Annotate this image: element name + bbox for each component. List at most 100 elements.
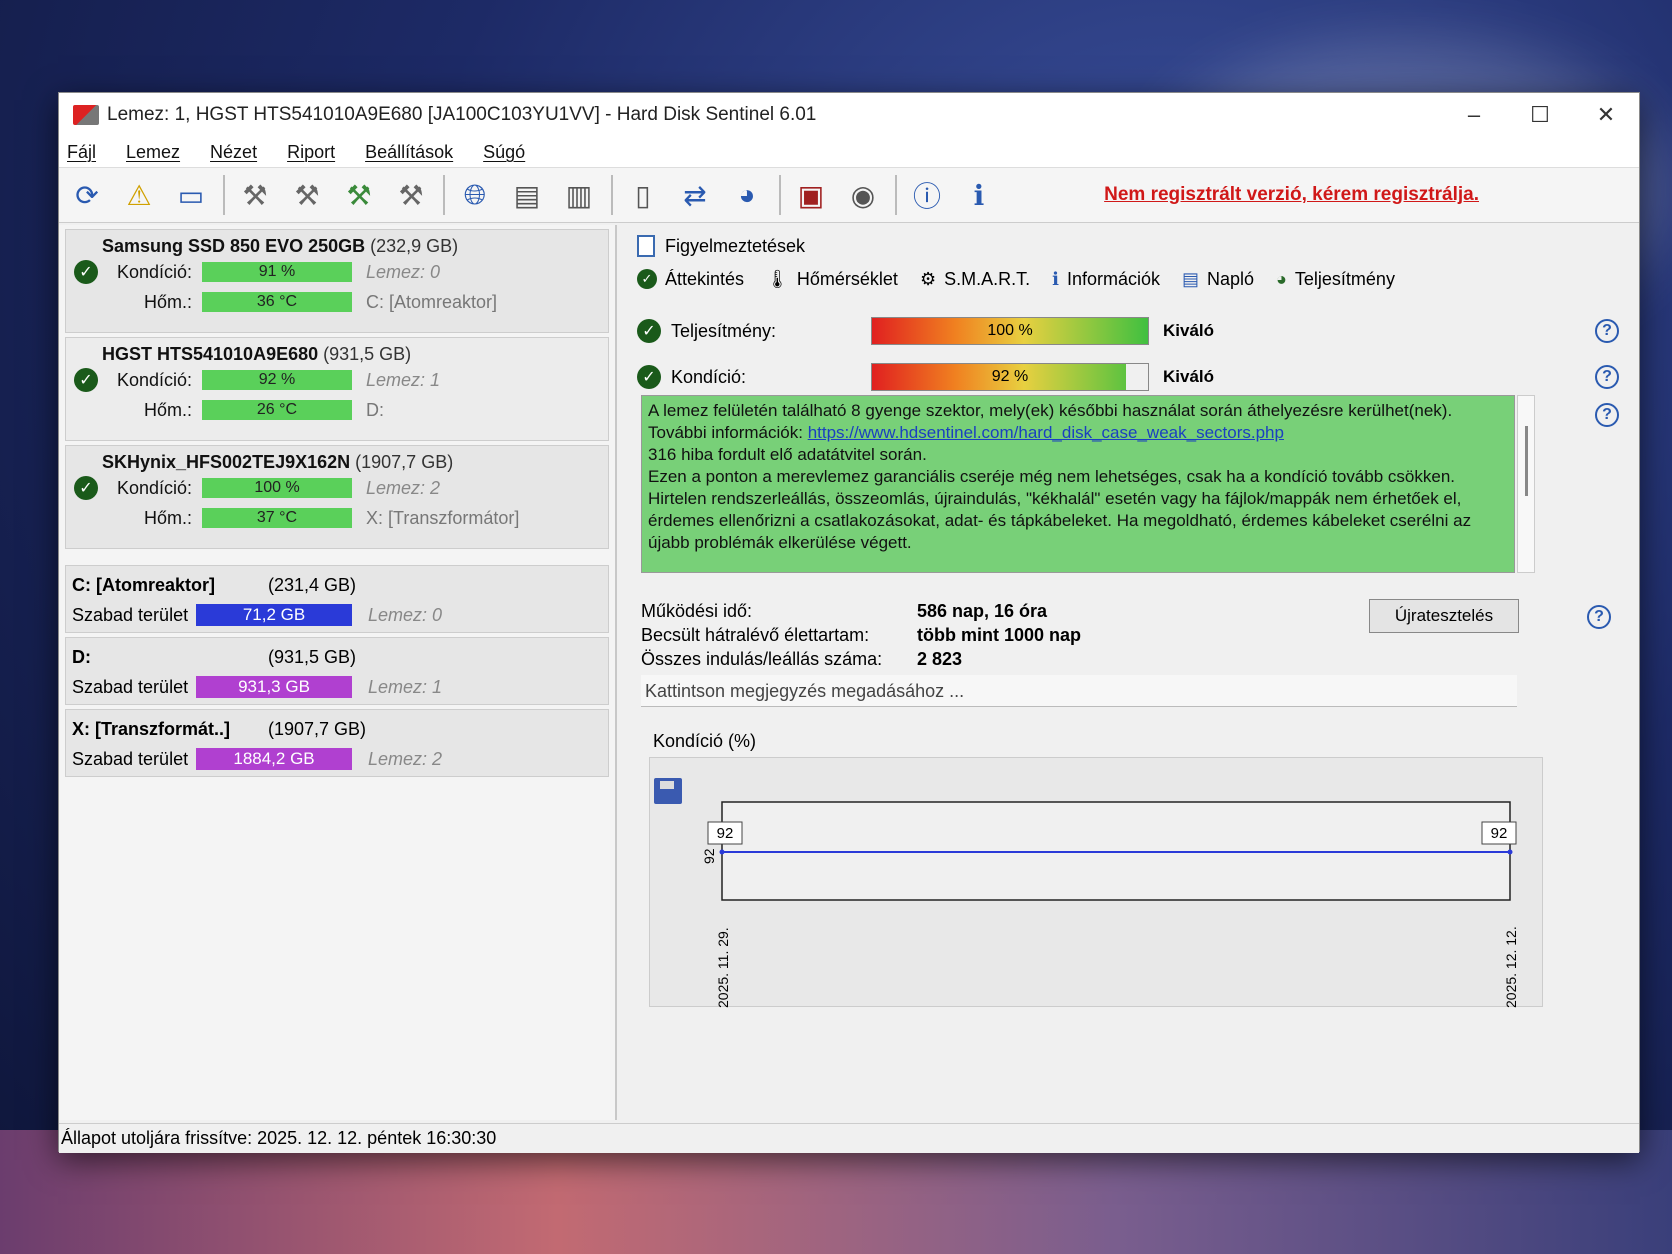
disk-item-2[interactable]: SKHynix_HFS002TEJ9X162N (1907,7 GB) ✓ Ko… [65, 445, 609, 549]
point-label: 92 [1491, 825, 1508, 842]
minimize-button[interactable]: – [1441, 102, 1507, 128]
partition-item-2[interactable]: X: [Transzformát..] (1907,7 GB) Szabad te… [65, 709, 609, 777]
register-link[interactable]: Nem regisztrált verzió, kérem regisztrál… [1104, 184, 1479, 206]
disk-number: Lemez: 0 [368, 604, 443, 625]
disk-name: Samsung SSD 850 EVO 250GB [102, 236, 366, 256]
tab-bar: ✓ Áttekintés 🌡︎ Hőmérséklet ⚙ S.M.A.R.T. ℹI… [637, 263, 1417, 295]
info-icon: ℹ [1052, 268, 1059, 289]
x-tick-label: 2025. 12. 12. [1503, 926, 1519, 1008]
disk-number: Lemez: 1 [366, 369, 441, 390]
menu-settings[interactable]: Beállítások [365, 142, 453, 163]
stats-block: Működési idő: 586 nap, 16 óra Becsült hát… [641, 599, 1081, 671]
title-bar[interactable]: Lemez: 1, HGST HTS541010A9E680 [JA100C10… [59, 93, 1639, 137]
disk-icon[interactable]: ▭ [169, 173, 213, 217]
drive-letter: C: [Atomreaktor] [366, 291, 498, 312]
help-icon[interactable]: ? [1587, 605, 1611, 629]
close-button[interactable]: ✕ [1573, 102, 1639, 128]
disk-item-1[interactable]: HGST HTS541010A9E680 (931,5 GB) ✓ Kondíc… [65, 337, 609, 441]
tab-log[interactable]: ▤ Napló [1182, 269, 1254, 290]
menu-report[interactable]: Riport [287, 142, 335, 163]
performance-row: ✓ Teljesítmény: 100 % Kiváló ? [637, 313, 1637, 349]
note-input[interactable]: Kattintson megjegyzés megadásához ... [641, 675, 1517, 707]
partition-item-0[interactable]: C: [Atomreaktor] (231,4 GB) Szabad terüle… [65, 565, 609, 633]
temp-label: Hőm.: [143, 291, 192, 312]
check-icon: ✓ [637, 365, 661, 389]
condition-bar: 92 % [202, 370, 352, 390]
partition-size: (931,5 GB) [268, 646, 357, 667]
sound-icon[interactable]: ◉ [841, 173, 885, 217]
test-icon-4[interactable]: ⚒ [389, 173, 433, 217]
alert-icon[interactable]: ⚠ [117, 173, 161, 217]
free-space-bar: 1884,2 GB [196, 748, 352, 770]
test-icon-3[interactable]: ⚒ [337, 173, 381, 217]
menu-disk[interactable]: Lemez [126, 142, 180, 163]
sync-icon[interactable]: ⇄ [673, 173, 717, 217]
free-space-label: Szabad terület [72, 748, 189, 769]
partition-name: C: [Atomreaktor] [72, 574, 216, 595]
status-text: Állapot utoljára frissítve: 2025. 12. 12… [61, 1128, 497, 1148]
performance-label: Teljesítmény: [671, 320, 777, 341]
free-space-bar: 931,3 GB [196, 676, 352, 698]
tab-label: S.M.A.R.T. [944, 268, 1031, 289]
condition-label: Kondíció: [116, 477, 192, 498]
log-icon: ▤ [1181, 268, 1199, 289]
message-line: 316 hiba fordult elő adatátvitel során. [648, 445, 927, 464]
tab-label: Teljesítmény [1294, 268, 1395, 289]
menu-file[interactable]: Fájl [67, 142, 96, 163]
partition-item-1[interactable]: D: (931,5 GB) Szabad terület 931,3 GB Lemez… [65, 637, 609, 705]
condition-bar: 91 % [202, 262, 352, 282]
message-line: További információk: [648, 423, 808, 442]
disk-item-0[interactable]: Samsung SSD 850 EVO 250GB (232,9 GB) ✓ K… [65, 229, 609, 333]
refresh-icon[interactable]: ⟳ [65, 173, 109, 217]
menu-help[interactable]: Súgó [483, 142, 525, 163]
temp-bar: 37 °C [202, 508, 352, 528]
help-icon[interactable]: ? [1595, 319, 1619, 343]
thermometer-icon: 🌡︎ [766, 268, 789, 289]
disk-size: (232,9 GB) [370, 236, 459, 256]
info-icon[interactable]: ℹ [957, 173, 1001, 217]
tab-info[interactable]: ℹ Információk [1052, 269, 1160, 290]
tab-label: Hőmérséklet [796, 268, 898, 289]
retest-button[interactable]: Újratesztelés [1369, 599, 1519, 633]
disk-name: HGST HTS541010A9E680 [102, 344, 319, 364]
temp-bar: 26 °C [202, 400, 352, 420]
tab-label: Áttekintés [665, 268, 745, 289]
help-icon[interactable]: ? [1595, 403, 1619, 427]
uptime-value: 586 nap, 16 óra [917, 600, 1048, 621]
network-disk-icon[interactable]: ▤ [505, 173, 549, 217]
test-icon-1[interactable]: ⚒ [233, 173, 277, 217]
monitor-icon[interactable]: ▣ [789, 173, 833, 217]
temp-label: Hőm.: [143, 507, 192, 528]
starts-label: Összes indulás/leállás száma: [641, 648, 883, 669]
free-space-bar: 71,2 GB [196, 604, 352, 626]
temp-label: Hőm.: [143, 399, 192, 420]
message-scrollbar[interactable] [1517, 395, 1535, 573]
status-message: A lemez felületén található 8 gyenge sze… [641, 395, 1515, 573]
test-icon-2[interactable]: ⚒ [285, 173, 329, 217]
tab-overview[interactable]: ✓ Áttekintés [637, 269, 744, 290]
condition-value: 92 % [991, 368, 1029, 385]
check-icon: ✓ [74, 476, 98, 500]
condition-row: ✓ Kondíció: 92 % Kiváló ? [637, 359, 1637, 395]
server-icon[interactable]: ▥ [557, 173, 601, 217]
tab-smart[interactable]: ⚙ S.M.A.R.T. [920, 269, 1030, 290]
toolbar: ⟳ ⚠ ▭ ⚒ ⚒ ⚒ ⚒ 🌐︎ ▤ ▥ ▯ ⇄ ◕ ▣ ◉ ⓘ ℹ Nem r… [59, 167, 1639, 223]
globe-icon[interactable]: 🌐︎ [453, 173, 497, 217]
tab-temperature[interactable]: 🌡︎ Hőmérséklet [766, 269, 898, 290]
web-report-icon[interactable]: ◕ [725, 173, 769, 217]
app-icon [73, 105, 99, 125]
menu-view[interactable]: Nézet [210, 142, 257, 163]
disk-size: (931,5 GB) [323, 344, 412, 364]
maximize-button[interactable]: ☐ [1507, 102, 1573, 128]
performance-rating: Kiváló [1163, 321, 1215, 340]
report-icon[interactable]: ▯ [621, 173, 665, 217]
check-icon: ✓ [637, 269, 657, 289]
info-link[interactable]: https://www.hdsentinel.com/hard_disk_cas… [808, 423, 1284, 442]
check-icon: ✓ [637, 319, 661, 343]
message-line: Ezen a ponton a merevlemez garanciális c… [648, 467, 1456, 486]
condition-label: Kondíció: [671, 366, 747, 387]
warnings-header[interactable]: Figyelmeztetések [637, 235, 805, 257]
tab-performance[interactable]: ◕ Teljesítmény [1276, 269, 1395, 290]
help-icon[interactable]: ⓘ [905, 173, 949, 217]
help-icon[interactable]: ? [1595, 365, 1619, 389]
